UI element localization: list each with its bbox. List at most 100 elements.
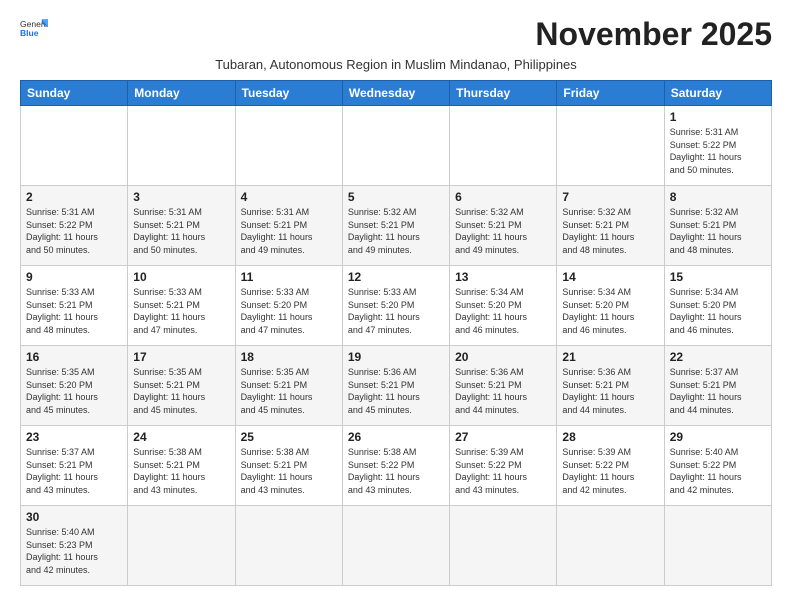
day-number: 4 [241, 190, 337, 204]
cell-info: Sunrise: 5:31 AM Sunset: 5:22 PM Dayligh… [26, 206, 122, 256]
calendar-cell: 4 Sunrise: 5:31 AM Sunset: 5:21 PM Daylig… [235, 186, 342, 266]
calendar-cell: 21 Sunrise: 5:36 AM Sunset: 5:21 PM Dayli… [557, 346, 664, 426]
cell-info: Sunrise: 5:35 AM Sunset: 5:21 PM Dayligh… [133, 366, 229, 416]
day-number: 22 [670, 350, 766, 364]
cell-info: Sunrise: 5:33 AM Sunset: 5:21 PM Dayligh… [26, 286, 122, 336]
day-number: 18 [241, 350, 337, 364]
calendar-cell: 19Sunrise: 5:36 AM Sunset: 5:21 PM Dayli… [342, 346, 449, 426]
column-header-wednesday: Wednesday [342, 81, 449, 106]
day-number: 1 [670, 110, 766, 124]
column-header-monday: Monday [128, 81, 235, 106]
cell-info: Sunrise: 5:33 AM Sunset: 5:20 PM Dayligh… [241, 286, 337, 336]
calendar-cell [342, 506, 449, 586]
day-number: 28 [562, 430, 658, 444]
calendar-cell: 11 Sunrise: 5:33 AM Sunset: 5:20 PM Dayli… [235, 266, 342, 346]
calendar-cell: 9 Sunrise: 5:33 AM Sunset: 5:21 PM Daylig… [21, 266, 128, 346]
day-number: 11 [241, 270, 337, 284]
calendar-cell: 12 Sunrise: 5:33 AM Sunset: 5:20 PM Dayli… [342, 266, 449, 346]
day-number: 29 [670, 430, 766, 444]
logo: General Blue [20, 16, 48, 44]
day-number: 25 [241, 430, 337, 444]
day-number: 26 [348, 430, 444, 444]
calendar-cell [21, 106, 128, 186]
day-number: 10 [133, 270, 229, 284]
calendar-cell: 10 Sunrise: 5:33 AM Sunset: 5:21 PM Dayli… [128, 266, 235, 346]
calendar-cell: 15 Sunrise: 5:34 AM Sunset: 5:20 PM Dayli… [664, 266, 771, 346]
calendar-cell: 23 Sunrise: 5:37 AM Sunset: 5:21 PM Dayli… [21, 426, 128, 506]
day-number: 15 [670, 270, 766, 284]
cell-info: Sunrise: 5:37 AM Sunset: 5:21 PM Dayligh… [670, 366, 766, 416]
calendar-cell: 6 Sunrise: 5:32 AM Sunset: 5:21 PM Daylig… [450, 186, 557, 266]
cell-info: Sunrise: 5:34 AM Sunset: 5:20 PM Dayligh… [455, 286, 551, 336]
calendar-cell: 26 Sunrise: 5:38 AM Sunset: 5:22 PM Dayli… [342, 426, 449, 506]
calendar-cell: 17 Sunrise: 5:35 AM Sunset: 5:21 PM Dayli… [128, 346, 235, 426]
day-number: 30 [26, 510, 122, 524]
cell-info: Sunrise: 5:40 AM Sunset: 5:22 PM Dayligh… [670, 446, 766, 496]
cell-info: Sunrise: 5:32 AM Sunset: 5:21 PM Dayligh… [562, 206, 658, 256]
svg-text:Blue: Blue [20, 28, 39, 38]
calendar-cell: 8 Sunrise: 5:32 AM Sunset: 5:21 PM Daylig… [664, 186, 771, 266]
calendar-cell: 28Sunrise: 5:39 AM Sunset: 5:22 PM Dayli… [557, 426, 664, 506]
cell-info: Sunrise: 5:33 AM Sunset: 5:20 PM Dayligh… [348, 286, 444, 336]
calendar-cell [128, 506, 235, 586]
day-number: 21 [562, 350, 658, 364]
calendar-week-row: 1 Sunrise: 5:31 AM Sunset: 5:22 PM Daylig… [21, 106, 772, 186]
subtitle: Tubaran, Autonomous Region in Muslim Min… [20, 57, 772, 72]
calendar-cell: 20Sunrise: 5:36 AM Sunset: 5:21 PM Dayli… [450, 346, 557, 426]
month-title: November 2025 [535, 16, 772, 53]
calendar-cell: 1 Sunrise: 5:31 AM Sunset: 5:22 PM Daylig… [664, 106, 771, 186]
calendar-header-row: SundayMondayTuesdayWednesdayThursdayFrid… [21, 81, 772, 106]
day-number: 13 [455, 270, 551, 284]
column-header-thursday: Thursday [450, 81, 557, 106]
day-number: 19 [348, 350, 444, 364]
calendar-cell: 7 Sunrise: 5:32 AM Sunset: 5:21 PM Daylig… [557, 186, 664, 266]
calendar-cell [450, 106, 557, 186]
cell-info: Sunrise: 5:36 AM Sunset: 5:21 PM Dayligh… [562, 366, 658, 416]
calendar-cell: 27 Sunrise: 5:39 AM Sunset: 5:22 PM Dayli… [450, 426, 557, 506]
calendar-week-row: 2Sunrise: 5:31 AM Sunset: 5:22 PM Daylig… [21, 186, 772, 266]
calendar-cell [450, 506, 557, 586]
calendar-cell: 14Sunrise: 5:34 AM Sunset: 5:20 PM Dayli… [557, 266, 664, 346]
day-number: 27 [455, 430, 551, 444]
cell-info: Sunrise: 5:33 AM Sunset: 5:21 PM Dayligh… [133, 286, 229, 336]
calendar-cell [235, 506, 342, 586]
cell-info: Sunrise: 5:40 AM Sunset: 5:23 PM Dayligh… [26, 526, 122, 576]
cell-info: Sunrise: 5:32 AM Sunset: 5:21 PM Dayligh… [348, 206, 444, 256]
cell-info: Sunrise: 5:31 AM Sunset: 5:21 PM Dayligh… [241, 206, 337, 256]
cell-info: Sunrise: 5:31 AM Sunset: 5:21 PM Dayligh… [133, 206, 229, 256]
cell-info: Sunrise: 5:38 AM Sunset: 5:22 PM Dayligh… [348, 446, 444, 496]
cell-info: Sunrise: 5:34 AM Sunset: 5:20 PM Dayligh… [670, 286, 766, 336]
cell-info: Sunrise: 5:35 AM Sunset: 5:21 PM Dayligh… [241, 366, 337, 416]
calendar-cell [557, 506, 664, 586]
day-number: 6 [455, 190, 551, 204]
day-number: 17 [133, 350, 229, 364]
calendar-week-row: 23 Sunrise: 5:37 AM Sunset: 5:21 PM Dayli… [21, 426, 772, 506]
day-number: 12 [348, 270, 444, 284]
calendar-week-row: 9 Sunrise: 5:33 AM Sunset: 5:21 PM Daylig… [21, 266, 772, 346]
day-number: 7 [562, 190, 658, 204]
day-number: 20 [455, 350, 551, 364]
calendar-cell: 29 Sunrise: 5:40 AM Sunset: 5:22 PM Dayli… [664, 426, 771, 506]
day-number: 5 [348, 190, 444, 204]
calendar-cell: 16 Sunrise: 5:35 AM Sunset: 5:20 PM Dayli… [21, 346, 128, 426]
cell-info: Sunrise: 5:39 AM Sunset: 5:22 PM Dayligh… [455, 446, 551, 496]
cell-info: Sunrise: 5:31 AM Sunset: 5:22 PM Dayligh… [670, 126, 766, 176]
cell-info: Sunrise: 5:35 AM Sunset: 5:20 PM Dayligh… [26, 366, 122, 416]
header: General Blue November 2025 [20, 16, 772, 53]
day-number: 23 [26, 430, 122, 444]
day-number: 14 [562, 270, 658, 284]
cell-info: Sunrise: 5:38 AM Sunset: 5:21 PM Dayligh… [133, 446, 229, 496]
day-number: 8 [670, 190, 766, 204]
cell-info: Sunrise: 5:37 AM Sunset: 5:21 PM Dayligh… [26, 446, 122, 496]
day-number: 16 [26, 350, 122, 364]
column-header-sunday: Sunday [21, 81, 128, 106]
cell-info: Sunrise: 5:32 AM Sunset: 5:21 PM Dayligh… [455, 206, 551, 256]
calendar-cell: 18 Sunrise: 5:35 AM Sunset: 5:21 PM Dayli… [235, 346, 342, 426]
day-number: 24 [133, 430, 229, 444]
calendar: SundayMondayTuesdayWednesdayThursdayFrid… [20, 80, 772, 586]
day-number: 3 [133, 190, 229, 204]
calendar-cell [664, 506, 771, 586]
day-number: 9 [26, 270, 122, 284]
calendar-cell: 3 Sunrise: 5:31 AM Sunset: 5:21 PM Daylig… [128, 186, 235, 266]
cell-info: Sunrise: 5:32 AM Sunset: 5:21 PM Dayligh… [670, 206, 766, 256]
